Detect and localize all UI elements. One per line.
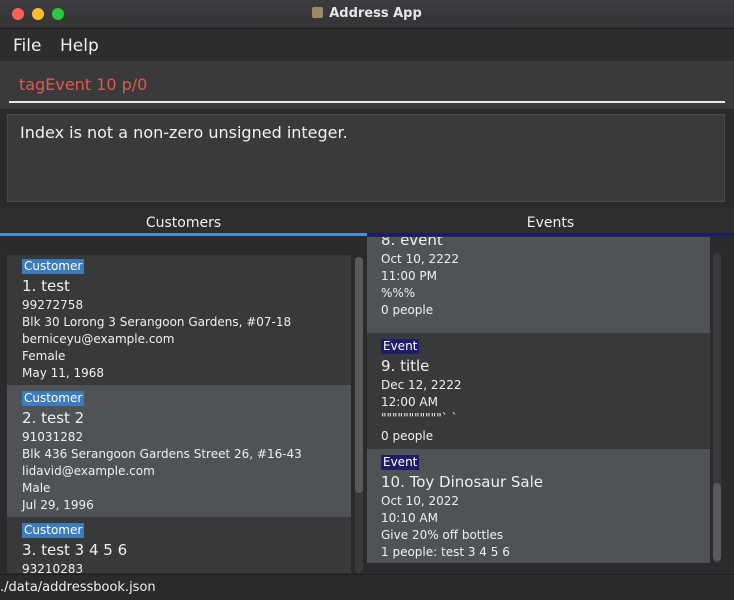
tab-customers[interactable]: Customers (0, 208, 367, 236)
menu-bar: File Help (0, 29, 734, 61)
event-people: 0 people (381, 303, 434, 317)
event-date: Oct 10, 2222 (381, 252, 459, 266)
event-people: 0 people (381, 429, 434, 443)
customer-email: berniceyu@example.com (22, 332, 175, 346)
customer-tag: Customer (22, 523, 85, 538)
customer-phone: 99272758 (22, 298, 84, 312)
event-card[interactable]: Event 9. title Dec 12, 2222 12:00 AM """… (367, 333, 710, 449)
event-time: 12:00 AM (381, 395, 438, 409)
event-time: 10:10 AM (381, 511, 438, 525)
command-input[interactable]: tagEvent 10 p/0 (19, 75, 147, 94)
customer-phone: 93210283 (22, 562, 84, 573)
event-people: 1 people: test 3 4 5 6 (381, 545, 510, 559)
event-location: %%% (381, 286, 416, 300)
customer-birthday: Jul 29, 1996 (22, 498, 94, 512)
customer-tag: Customer (22, 259, 85, 274)
event-name: 8. event (381, 237, 443, 249)
event-name: 10. Toy Dinosaur Sale (381, 473, 544, 491)
save-file-path: ./data/addressbook.json (0, 580, 156, 595)
window-title: Address App (0, 6, 734, 21)
customer-phone: 91031282 (22, 430, 84, 444)
event-list[interactable]: 8. event Oct 10, 2222 11:00 PM %%% 0 peo… (367, 237, 734, 573)
event-card[interactable]: Event 10. Toy Dinosaur Sale Oct 10, 2022… (367, 449, 710, 563)
window-title-text: Address App (329, 6, 422, 21)
event-date: Oct 10, 2022 (381, 494, 459, 508)
customer-list[interactable]: Customer 1. test 99272758 Blk 30 Lorong … (0, 237, 366, 573)
customer-gender: Male (22, 481, 51, 495)
event-scrollbar-thumb[interactable] (713, 483, 721, 561)
customer-name: 1. test (22, 277, 70, 295)
customer-address: Blk 436 Serangoon Gardens Street 26, #16… (22, 447, 302, 461)
customer-name: 3. test 3 4 5 6 (22, 541, 128, 559)
customer-tag: Customer (22, 391, 85, 406)
customer-address: Blk 30 Lorong 3 Serangoon Gardens, #07-1… (22, 315, 292, 329)
menu-file[interactable]: File (13, 36, 41, 56)
title-bar: Address App (0, 0, 734, 29)
result-message: Index is not a non-zero unsigned integer… (20, 123, 348, 142)
event-time: 11:00 PM (381, 269, 437, 283)
event-location: """""""""""` ` (381, 411, 458, 425)
customer-gender: Female (22, 349, 66, 363)
result-display: Index is not a non-zero unsigned integer… (7, 114, 725, 202)
event-date: Dec 12, 2222 (381, 378, 462, 392)
customer-card[interactable]: Customer 1. test 99272758 Blk 30 Lorong … (7, 255, 351, 385)
customer-name: 2. test 2 (22, 409, 85, 427)
status-bar: ./data/addressbook.json (0, 574, 734, 600)
customer-card[interactable]: Customer 2. test 2 91031282 Blk 436 Sera… (7, 385, 351, 517)
customer-email: lidavid@example.com (22, 464, 155, 478)
command-box[interactable]: tagEvent 10 p/0 (0, 61, 734, 109)
menu-help[interactable]: Help (60, 36, 99, 56)
event-card[interactable]: 8. event Oct 10, 2222 11:00 PM %%% 0 peo… (367, 237, 710, 333)
customer-scrollbar-thumb[interactable] (355, 257, 363, 493)
command-underline (9, 101, 725, 103)
customer-birthday: May 11, 1968 (22, 366, 105, 380)
event-name: 9. title (381, 357, 430, 375)
tab-events[interactable]: Events (367, 208, 734, 236)
tab-bar: Customers Events (0, 208, 734, 236)
event-location: Give 20% off bottles (381, 528, 504, 542)
customer-card[interactable]: Customer 3. test 3 4 5 6 93210283 (7, 517, 351, 573)
event-tag: Event (381, 339, 420, 354)
event-tag: Event (381, 455, 420, 470)
app-icon (312, 7, 324, 18)
